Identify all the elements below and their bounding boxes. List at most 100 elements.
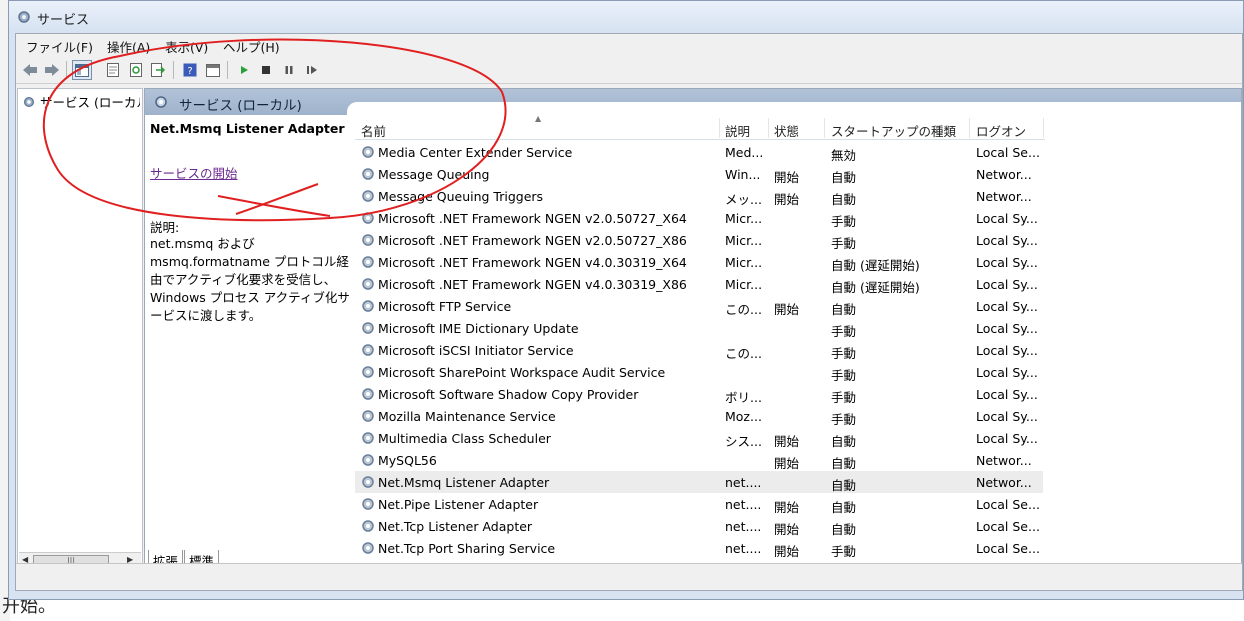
- service-logon-cell: Local Se...: [976, 519, 1040, 534]
- service-logon-cell: Local Sy...: [976, 299, 1038, 314]
- service-name-cell: Microsoft .NET Framework NGEN v2.0.50727…: [378, 211, 687, 226]
- service-description-cell: この...: [725, 302, 762, 317]
- tree-item-services-local[interactable]: サービス (ローカル): [22, 92, 140, 111]
- service-description-cell: Micr...: [725, 255, 763, 270]
- service-row[interactable]: Media Center Extender Service Med... 無効 Loc…: [355, 141, 1043, 163]
- service-status-cell: 開始: [774, 434, 800, 449]
- service-name-cell: Net.Tcp Port Sharing Service: [378, 541, 556, 556]
- pause-service-icon[interactable]: [279, 60, 299, 80]
- menu-action[interactable]: 操作(A): [107, 37, 150, 56]
- properties-icon[interactable]: [103, 60, 123, 80]
- service-logon-cell: Networ...: [976, 475, 1032, 490]
- svg-text:?: ?: [187, 66, 192, 77]
- start-service-icon[interactable]: [234, 60, 254, 80]
- column-header-startup-type[interactable]: スタートアップの種類: [831, 121, 956, 140]
- column-header-status[interactable]: 状態: [774, 121, 799, 140]
- service-gear-icon: [360, 232, 376, 248]
- service-logon-cell: Local Sy...: [976, 387, 1038, 402]
- service-description-cell: net....: [725, 519, 762, 534]
- service-gear-icon: [360, 474, 376, 490]
- column-divider[interactable]: [824, 118, 825, 138]
- column-header-description[interactable]: 説明: [725, 121, 750, 140]
- service-row[interactable]: Microsoft FTP Service この... 開始 自動 Local Sy..…: [355, 295, 1043, 317]
- column-divider[interactable]: [1043, 118, 1044, 138]
- service-row[interactable]: Microsoft iSCSI Initiator Service この... 手動…: [355, 339, 1043, 361]
- service-row[interactable]: Microsoft .NET Framework NGEN v4.0.30319…: [355, 273, 1043, 295]
- column-header-logon[interactable]: ログオン: [976, 121, 1026, 140]
- service-startup-cell: 手動: [831, 368, 857, 383]
- stop-service-icon[interactable]: [256, 60, 276, 80]
- column-divider[interactable]: [768, 118, 769, 138]
- service-row[interactable]: Microsoft .NET Framework NGEN v2.0.50727…: [355, 207, 1043, 229]
- service-logon-cell: Local Se...: [976, 145, 1040, 160]
- service-name-cell: Multimedia Class Scheduler: [378, 431, 551, 446]
- service-row[interactable]: Net.Msmq Listener Adapter net.... 自動 Networ…: [355, 471, 1043, 493]
- service-row[interactable]: Microsoft Software Shadow Copy Provider ボ…: [355, 383, 1043, 405]
- service-logon-cell: Local Sy...: [976, 255, 1038, 270]
- service-description-cell: Micr...: [725, 233, 763, 248]
- service-row[interactable]: Message Queuing Triggers メッ... 開始 自動 Networ.…: [355, 185, 1043, 207]
- service-logon-cell: Local Sy...: [976, 365, 1038, 380]
- column-divider[interactable]: [969, 118, 970, 138]
- toolbar-separator: [66, 61, 67, 79]
- title-bar[interactable]: サービス: [9, 1, 1243, 33]
- column-header-name[interactable]: 名前: [361, 121, 386, 140]
- service-gear-icon: [360, 188, 376, 204]
- description-text: net.msmq および msmq.formatname プロトコル経由でアクテ…: [150, 236, 350, 323]
- service-status-cell: 開始: [774, 170, 800, 185]
- export-list-icon[interactable]: [148, 60, 168, 80]
- service-row[interactable]: Message Queuing Win... 開始 自動 Networ...: [355, 163, 1043, 185]
- start-service-link[interactable]: サービスの開始: [150, 163, 238, 182]
- service-logon-cell: Local Sy...: [976, 431, 1038, 446]
- service-startup-cell: 手動: [831, 390, 857, 405]
- service-description-cell: Micr...: [725, 211, 763, 226]
- service-gear-icon: [360, 364, 376, 380]
- forward-arrow-icon[interactable]: [42, 60, 62, 80]
- service-row[interactable]: Microsoft .NET Framework NGEN v4.0.30319…: [355, 251, 1043, 273]
- refresh-icon[interactable]: [126, 60, 146, 80]
- service-startup-cell: 自動: [831, 478, 857, 493]
- service-logon-cell: Local Sy...: [976, 233, 1038, 248]
- service-gear-icon: [360, 518, 376, 534]
- service-row[interactable]: Net.Tcp Listener Adapter net.... 開始 自動 Local…: [355, 515, 1043, 537]
- service-row[interactable]: Microsoft .NET Framework NGEN v2.0.50727…: [355, 229, 1043, 251]
- service-startup-cell: 自動 (遅延開始): [831, 258, 920, 273]
- toolbar-separator: [173, 61, 174, 79]
- service-gear-icon: [360, 496, 376, 512]
- service-row[interactable]: Net.Pipe Listener Adapter net.... 開始 自動 Loca…: [355, 493, 1043, 515]
- service-gear-icon: [360, 386, 376, 402]
- service-name-cell: Net.Msmq Listener Adapter: [378, 475, 550, 490]
- back-arrow-icon[interactable]: [20, 60, 40, 80]
- column-divider[interactable]: [719, 118, 720, 138]
- service-startup-cell: 自動: [831, 500, 857, 515]
- help-icon[interactable]: ?: [180, 60, 200, 80]
- service-logon-cell: Networ...: [976, 167, 1032, 182]
- service-row[interactable]: Net.Tcp Port Sharing Service net.... 開始 手動 L…: [355, 537, 1043, 559]
- service-row[interactable]: MySQL56 開始 自動 Networ...: [355, 449, 1043, 471]
- show-hide-action-pane-icon[interactable]: [203, 60, 223, 80]
- description-label: 説明:: [150, 220, 180, 235]
- status-bar: [16, 563, 1242, 590]
- service-status-cell: 開始: [774, 192, 800, 207]
- service-description-cell: この...: [725, 346, 762, 361]
- menu-file[interactable]: ファイル(F): [26, 37, 93, 56]
- console-tree-icon[interactable]: [72, 60, 92, 80]
- service-description-cell: Med...: [725, 145, 764, 160]
- service-startup-cell: 自動: [831, 302, 857, 317]
- service-description-cell: net....: [725, 497, 762, 512]
- service-row[interactable]: Mozilla Maintenance Service Moz... 手動 Local…: [355, 405, 1043, 427]
- restart-service-icon[interactable]: [302, 60, 322, 80]
- service-logon-cell: Local Sy...: [976, 321, 1038, 336]
- service-description-cell: net....: [725, 541, 762, 556]
- menu-help[interactable]: ヘルプ(H): [223, 37, 280, 56]
- service-description-cell: Moz...: [725, 409, 762, 424]
- service-gear-icon: [360, 408, 376, 424]
- service-gear-icon: [360, 166, 376, 182]
- service-row[interactable]: Multimedia Class Scheduler シス... 開始 自動 Local…: [355, 427, 1043, 449]
- service-gear-icon: [360, 144, 376, 160]
- service-name-cell: Media Center Extender Service: [378, 145, 573, 160]
- service-row[interactable]: Microsoft IME Dictionary Update 手動 Local S…: [355, 317, 1043, 339]
- menu-view[interactable]: 表示(V): [165, 37, 208, 56]
- mmc-frame: ファイル(F) 操作(A) 表示(V) ヘルプ(H) ? サービス (ローカ ◀…: [15, 33, 1243, 591]
- service-row[interactable]: Microsoft SharePoint Workspace Audit Ser…: [355, 361, 1043, 383]
